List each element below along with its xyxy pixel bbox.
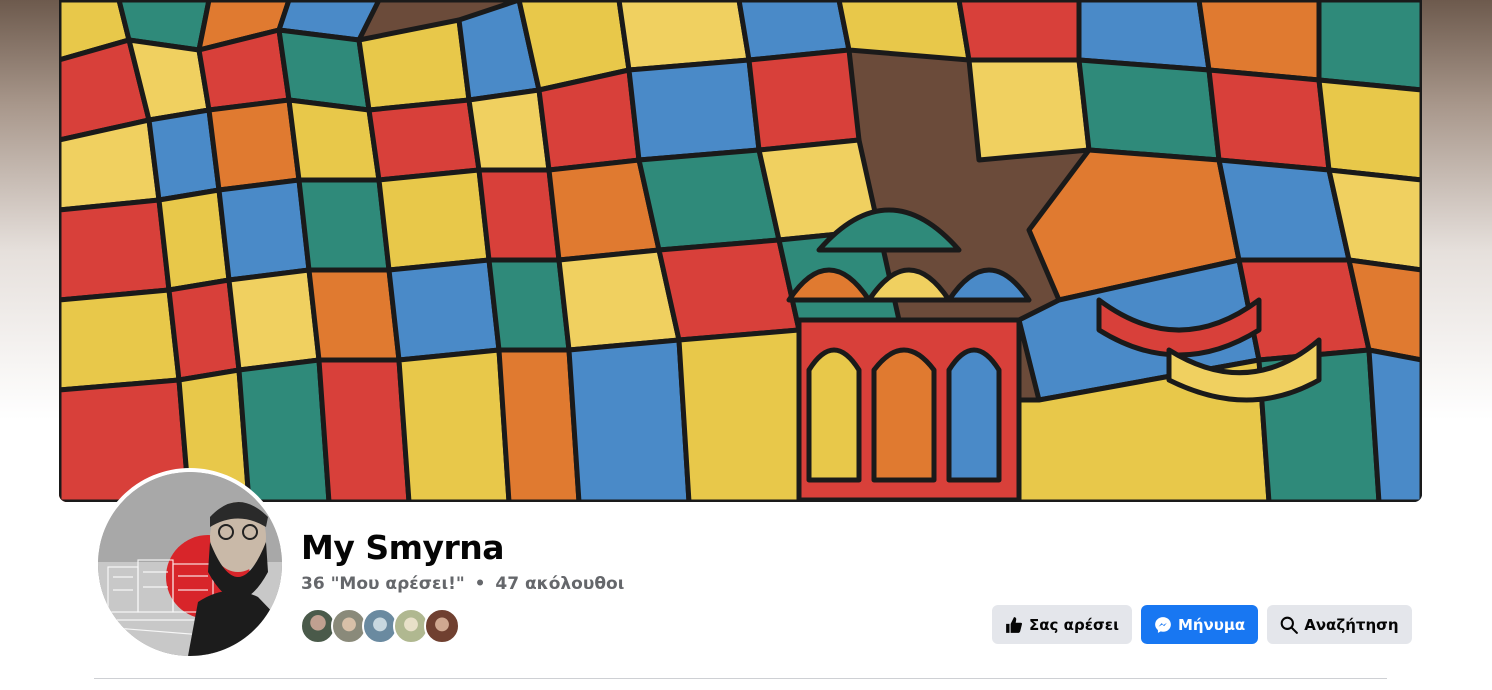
page-actions: Σας αρέσει Μήνυμα Αναζήτηση: [992, 605, 1412, 644]
like-button[interactable]: Σας αρέσει: [992, 605, 1132, 644]
like-button-label: Σας αρέσει: [1029, 615, 1119, 634]
friend-avatars[interactable]: [300, 608, 460, 644]
search-button-label: Αναζήτηση: [1304, 615, 1399, 634]
search-button[interactable]: Αναζήτηση: [1267, 605, 1412, 644]
profile-picture-image: [98, 472, 282, 656]
profile-picture[interactable]: [94, 468, 286, 660]
stats-separator: •: [474, 574, 486, 594]
page-title: My Smyrna: [301, 528, 505, 567]
likes-count[interactable]: 36 "Μου αρέσει!": [301, 574, 465, 594]
friend-avatar-5[interactable]: [424, 608, 460, 644]
thumbs-up-icon: [1005, 616, 1023, 634]
message-button-label: Μήνυμα: [1177, 615, 1246, 634]
search-icon: [1280, 616, 1299, 634]
cover-painting: [59, 0, 1422, 502]
message-button[interactable]: Μήνυμα: [1140, 605, 1259, 644]
header-divider: [94, 678, 1387, 679]
followers-count[interactable]: 47 ακόλουθοι: [495, 574, 624, 594]
page-stats: 36 "Μου αρέσει!" • 47 ακόλουθοι: [301, 574, 624, 594]
messenger-icon: [1154, 616, 1172, 634]
cover-photo[interactable]: [59, 0, 1422, 502]
